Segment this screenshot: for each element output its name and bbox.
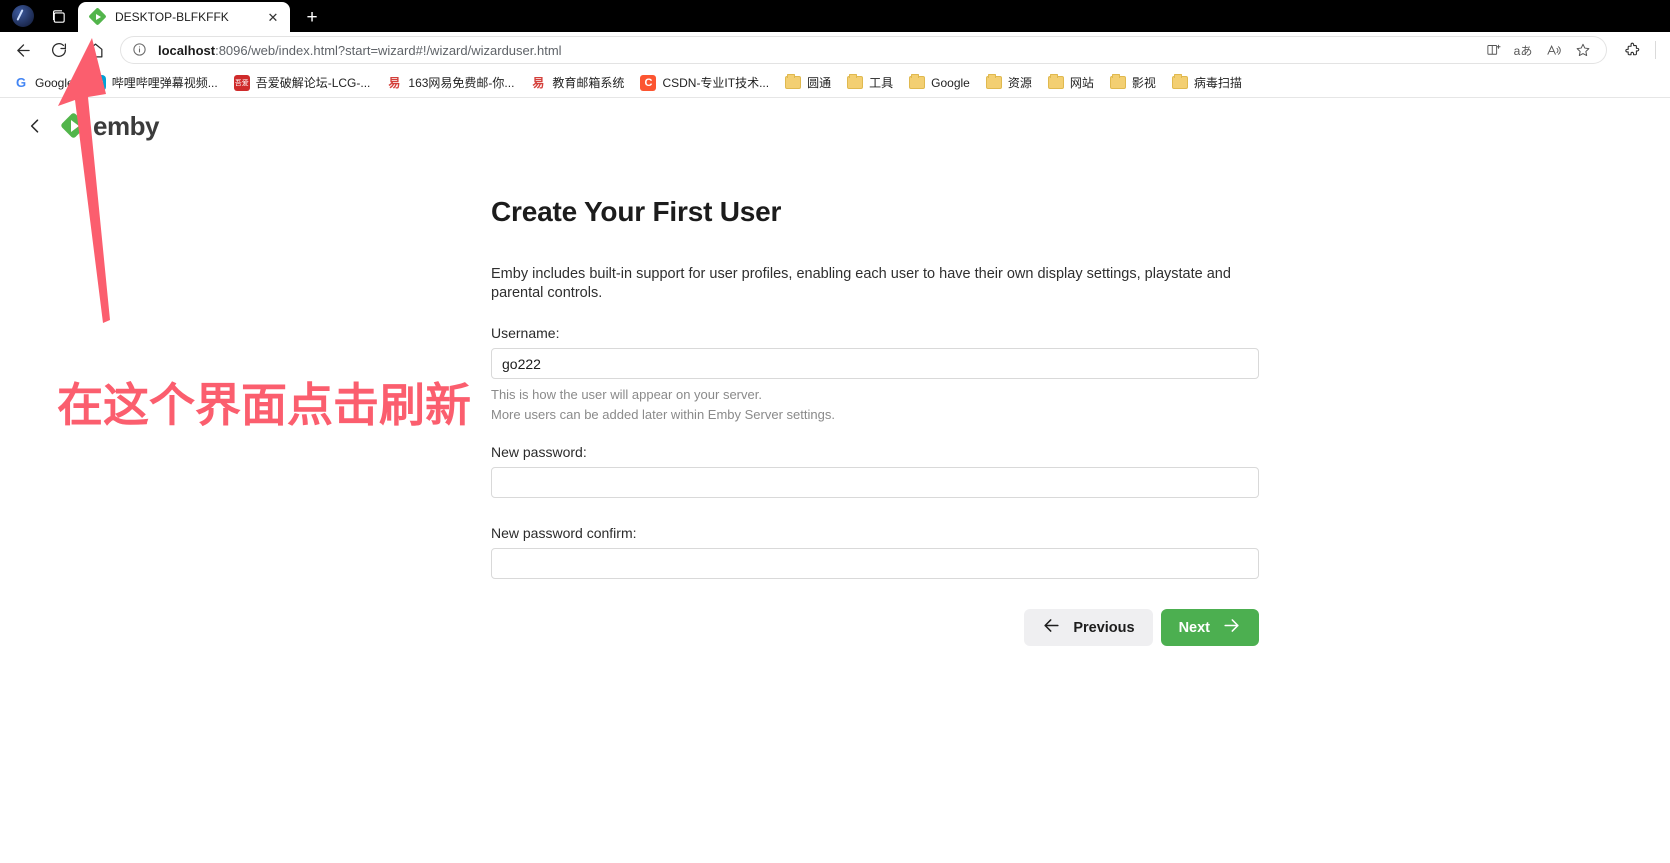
previous-button[interactable]: Previous — [1024, 609, 1153, 646]
emby-header: emby — [0, 98, 1670, 154]
page-title: Create Your First User — [491, 196, 782, 227]
password-label: New password: — [491, 444, 587, 460]
bookmark-label: Google — [931, 75, 970, 90]
new-tab-button[interactable]: + — [298, 3, 326, 31]
folder-icon — [909, 74, 926, 91]
username-help-2: More users can be added later within Emb… — [491, 407, 835, 422]
folder-icon — [847, 74, 864, 91]
refresh-button[interactable] — [42, 35, 76, 65]
translate-icon[interactable]: aあ — [1509, 38, 1537, 62]
arrow-right-icon — [1222, 616, 1241, 639]
bookmark-label: 教育邮箱系统 — [552, 76, 625, 90]
bookmark-label: CSDN-专业IT技术... — [662, 76, 770, 90]
site-information-icon[interactable] — [132, 42, 148, 58]
username-field-group: Username: This is how the user will appe… — [491, 325, 1261, 425]
back-button[interactable] — [6, 35, 40, 65]
arrow-left-icon — [1042, 616, 1061, 639]
bookmark-label: 病毒扫描 — [1193, 76, 1242, 90]
tab-title: DESKTOP-BLFKFFK — [115, 10, 229, 24]
bookmark-label: 网站 — [1069, 76, 1094, 90]
wizard-description: Emby includes built-in support for user … — [491, 266, 1231, 301]
home-button[interactable] — [78, 35, 112, 65]
url-text: localhost:8096/web/index.html?start=wiza… — [158, 43, 562, 58]
bookmark-item[interactable]: 易 163网易免费邮-你... — [379, 71, 521, 94]
bookmark-label: 影视 — [1131, 76, 1156, 90]
url-host: localhost — [158, 42, 216, 58]
52pojie-icon: 吾爱 — [233, 74, 250, 91]
browser-tab[interactable]: DESKTOP-BLFKFFK ✕ — [78, 2, 290, 32]
wizard-actions: Previous Next — [491, 609, 1259, 646]
address-bar[interactable]: localhost:8096/web/index.html?start=wiza… — [120, 36, 1607, 64]
extensions-icon[interactable] — [1615, 35, 1649, 65]
profile-avatar[interactable] — [12, 5, 34, 27]
bookmark-label: Google — [35, 75, 74, 90]
favorite-star-icon[interactable] — [1569, 38, 1597, 62]
bookmark-item[interactable]: 易 教育邮箱系统 — [523, 71, 631, 94]
bookmark-item[interactable]: C CSDN-专业IT技术... — [633, 71, 776, 94]
bookmark-folder[interactable]: 工具 — [840, 71, 900, 94]
url-path: :8096/web/index.html?start=wizard#!/wiza… — [215, 42, 562, 58]
split-screen-icon[interactable] — [1479, 38, 1507, 62]
emby-wordmark: emby — [93, 110, 159, 141]
username-help-1: This is how the user will appear on your… — [491, 387, 762, 402]
omnibox-actions: aあ — [1479, 38, 1597, 62]
back-chevron-icon[interactable] — [22, 113, 48, 139]
password-confirm-input[interactable] — [491, 548, 1259, 579]
password-confirm-label: New password confirm: — [491, 525, 637, 541]
password-confirm-field-group: New password confirm: — [491, 525, 1261, 579]
titlebar-left-controls — [0, 0, 72, 32]
previous-button-label: Previous — [1073, 619, 1135, 636]
username-input[interactable] — [491, 348, 1259, 379]
emby-mark-icon — [60, 112, 87, 139]
tab-actions-icon[interactable] — [44, 2, 72, 30]
wizard-form: Create Your First User Emby includes bui… — [491, 196, 1261, 646]
bookmark-label: 资源 — [1007, 76, 1032, 90]
bilibili-icon — [89, 74, 106, 91]
title-bar: DESKTOP-BLFKFFK ✕ + — [0, 0, 1670, 32]
password-input[interactable] — [491, 467, 1259, 498]
toolbar-divider — [1655, 41, 1656, 59]
password-field-group: New password: — [491, 444, 1261, 498]
bookmark-label: 工具 — [869, 76, 894, 90]
emby-logo[interactable]: emby — [60, 110, 159, 142]
username-label: Username: — [491, 325, 560, 341]
folder-icon — [1171, 74, 1188, 91]
folder-icon — [1047, 74, 1064, 91]
bookmark-folder[interactable]: 资源 — [979, 71, 1039, 94]
netease-mail-icon: 易 — [386, 74, 403, 91]
bookmark-item[interactable]: 哔哩哔哩弹幕视频... — [83, 71, 225, 94]
navigation-toolbar: localhost:8096/web/index.html?start=wiza… — [0, 32, 1670, 68]
bookmark-folder[interactable]: Google — [902, 72, 977, 94]
folder-icon — [785, 74, 802, 91]
google-icon: G — [13, 74, 29, 91]
bookmarks-bar: G Google 哔哩哔哩弹幕视频... 吾爱 吾爱破解论坛-LCG-... 易… — [0, 68, 1670, 98]
folder-icon — [1109, 74, 1126, 91]
bookmark-label: 163网易免费邮-你... — [408, 76, 515, 90]
emby-favicon — [88, 7, 107, 26]
bookmark-folder[interactable]: 网站 — [1041, 71, 1101, 94]
bookmark-folder[interactable]: 影视 — [1103, 71, 1163, 94]
bookmark-folder[interactable]: 病毒扫描 — [1165, 71, 1249, 94]
csdn-icon: C — [640, 74, 657, 91]
edu-mail-icon: 易 — [530, 74, 547, 91]
close-icon[interactable]: ✕ — [264, 8, 282, 26]
bookmark-label: 哔哩哔哩弹幕视频... — [111, 76, 218, 90]
next-button-label: Next — [1178, 619, 1210, 636]
emby-wizard-page: emby Create Your First User Emby include… — [0, 98, 1670, 861]
browser-window: DESKTOP-BLFKFFK ✕ + localhost:8096/web/i… — [0, 0, 1670, 863]
bookmark-label: 吾爱破解论坛-LCG-... — [255, 76, 371, 90]
bookmark-item[interactable]: G Google — [6, 72, 81, 94]
next-button[interactable]: Next — [1160, 609, 1259, 646]
toolbar-right — [1615, 35, 1664, 65]
bookmark-label: 圆通 — [807, 76, 832, 90]
read-aloud-icon[interactable] — [1539, 38, 1567, 62]
bookmark-item[interactable]: 吾爱 吾爱破解论坛-LCG-... — [227, 71, 378, 94]
bookmark-folder[interactable]: 圆通 — [778, 71, 838, 94]
folder-icon — [985, 74, 1002, 91]
